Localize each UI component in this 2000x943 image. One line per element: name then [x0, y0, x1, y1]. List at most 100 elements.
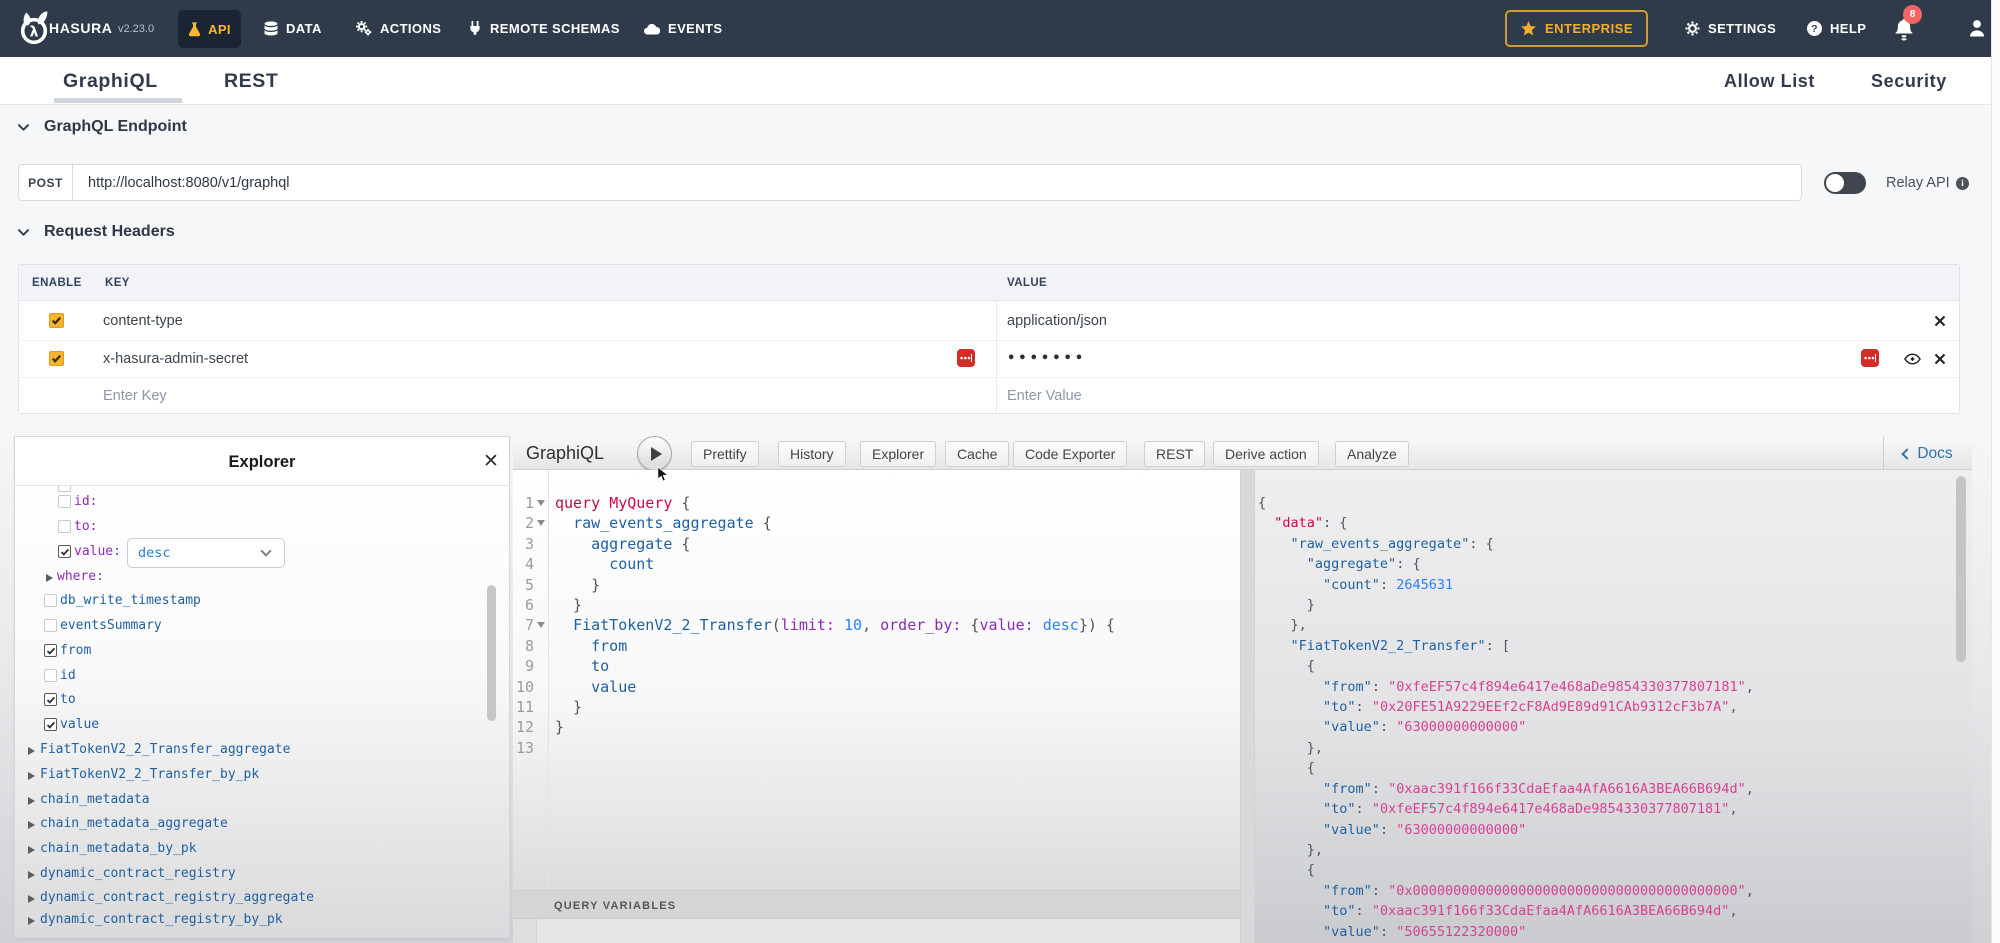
tab-graphiql[interactable]: GraphiQL [63, 57, 158, 104]
user-profile-icon[interactable] [1968, 19, 1986, 38]
root-field-label: dynamic_contract_registry [40, 866, 236, 881]
expand-arrow-icon[interactable] [28, 772, 35, 780]
expand-arrow-icon[interactable] [28, 797, 35, 805]
pane-resize-divider[interactable] [1240, 470, 1255, 943]
new-header-value-input[interactable]: Enter Value [1007, 377, 1082, 414]
nav-item-remote-schemas[interactable]: REMOTE SCHEMAS [468, 0, 620, 57]
nav-item-events[interactable]: EVENTS [644, 0, 722, 57]
field-checkbox[interactable] [44, 594, 57, 607]
expand-arrow-icon[interactable] [46, 574, 53, 582]
line-number: 2 [513, 513, 534, 533]
request-headers-section-header[interactable]: Request Headers [17, 223, 175, 241]
argument-checkbox[interactable] [58, 545, 71, 558]
result-scrollbar[interactable] [1956, 476, 1966, 662]
header-value[interactable]: application/json [1007, 301, 1107, 340]
code-line: "to": "0xaac391f166f33CdaEfaa4AfA6616A3B… [1258, 901, 1754, 921]
hasura-logo-icon[interactable]: λ [20, 8, 48, 54]
reveal-secret-eye-icon[interactable] [1904, 340, 1921, 377]
query-code[interactable]: query MyQuery { raw_events_aggregate { a… [555, 493, 1115, 758]
field-checkbox[interactable] [44, 718, 57, 731]
prettify-button[interactable]: Prettify [691, 441, 759, 467]
history-button[interactable]: History [778, 441, 846, 467]
query-variables-header[interactable]: QUERY VARIABLES [513, 890, 1240, 919]
field-checkbox[interactable] [44, 669, 57, 682]
active-tab-underline [54, 98, 182, 103]
graphiql-toolbar: GraphiQL Prettify History Explorer Cache… [513, 437, 1972, 470]
query-variables-editor[interactable] [513, 919, 1240, 943]
settings-button[interactable]: SETTINGS [1685, 0, 1776, 57]
expand-arrow-icon[interactable] [28, 846, 35, 854]
expand-arrow-icon[interactable] [28, 871, 35, 879]
enable-checkbox[interactable] [49, 351, 64, 366]
expand-arrow-icon[interactable] [28, 821, 35, 829]
explorer-scrollbar[interactable] [487, 585, 496, 721]
expand-arrow-icon[interactable] [28, 895, 35, 903]
new-header-key-input[interactable]: Enter Key [103, 377, 167, 414]
field-checkbox[interactable] [44, 693, 57, 706]
remove-header-icon[interactable] [1934, 340, 1946, 377]
tab-security[interactable]: Security [1871, 57, 1947, 104]
gutter-border [548, 470, 549, 890]
argument-checkbox[interactable] [58, 495, 71, 508]
code-line: }, [1258, 738, 1754, 758]
code-line: "value": "50655122320000" [1258, 922, 1754, 942]
graphiql-pane: GraphiQL Prettify History Explorer Cache… [513, 437, 1972, 943]
root-field-label: chain_metadata_aggregate [40, 816, 228, 831]
brand-name[interactable]: HASURA [49, 0, 113, 57]
cache-button[interactable]: Cache [945, 441, 1009, 467]
sort-direction-select[interactable]: desc [127, 538, 285, 568]
cloud-icon [644, 23, 660, 35]
expand-arrow-icon[interactable] [28, 747, 35, 755]
endpoint-section-header[interactable]: GraphQL Endpoint [17, 118, 187, 136]
explorer-button[interactable]: Explorer [860, 441, 936, 467]
line-number: 7 [513, 615, 534, 635]
graphql-endpoint-input[interactable] [72, 164, 1802, 201]
line-number: 1 [513, 493, 534, 513]
lastpass-extension-icon[interactable] [1861, 349, 1879, 367]
field-checkbox[interactable] [44, 619, 57, 632]
enable-checkbox[interactable] [49, 313, 64, 328]
lastpass-extension-icon[interactable] [957, 349, 975, 367]
nav-item-data[interactable]: DATA [264, 0, 322, 57]
query-editor[interactable]: 12345678910111213 query MyQuery { raw_ev… [513, 470, 1240, 890]
remove-header-icon[interactable] [1934, 301, 1946, 340]
header-key[interactable]: x-hasura-admin-secret [103, 340, 248, 377]
expand-arrow-icon[interactable] [28, 917, 35, 925]
code-exporter-button[interactable]: Code Exporter [1013, 441, 1127, 467]
tab-rest[interactable]: REST [224, 57, 278, 104]
fold-arrow-icon[interactable] [537, 622, 545, 628]
relay-api-label: Relay API [1886, 164, 1950, 201]
notification-count-badge[interactable]: 8 [1903, 5, 1922, 24]
field-checkbox[interactable] [58, 486, 71, 492]
column-header-enable: ENABLE [32, 265, 82, 301]
code-line: } [555, 575, 1115, 595]
code-line [555, 738, 1115, 758]
enterprise-button[interactable]: ENTERPRISE [1505, 10, 1648, 47]
tab-allow-list[interactable]: Allow List [1724, 57, 1815, 104]
code-line: } [1258, 595, 1754, 615]
http-method-select[interactable]: POST [18, 164, 73, 201]
argument-checkbox[interactable] [58, 520, 71, 533]
close-icon[interactable]: ✕ [481, 452, 501, 472]
rest-button[interactable]: REST [1144, 441, 1205, 467]
page-scrollbar[interactable] [1991, 0, 2000, 943]
relay-api-toggle[interactable] [1824, 172, 1866, 194]
info-icon[interactable]: i [1956, 177, 1969, 190]
header-key[interactable]: content-type [103, 301, 183, 340]
derive-action-button[interactable]: Derive action [1213, 441, 1319, 467]
code-line: } [555, 697, 1115, 717]
field-label: eventsSummary [60, 618, 162, 633]
field-checkbox[interactable] [44, 644, 57, 657]
docs-tab[interactable]: Docs [1883, 437, 1972, 470]
nav-item-actions[interactable]: ACTIONS [356, 0, 441, 57]
fold-arrow-icon[interactable] [537, 500, 545, 506]
field-label: id [60, 668, 76, 683]
docs-label: Docs [1917, 445, 1952, 463]
analyze-button[interactable]: Analyze [1335, 441, 1409, 467]
line-number: 9 [513, 656, 534, 676]
help-button[interactable]: ? HELP [1807, 0, 1866, 57]
header-value-masked[interactable]: ••••••• [1007, 340, 1086, 377]
fold-arrow-icon[interactable] [537, 520, 545, 526]
line-number: 3 [513, 534, 534, 554]
nav-item-api[interactable]: API [178, 10, 241, 48]
